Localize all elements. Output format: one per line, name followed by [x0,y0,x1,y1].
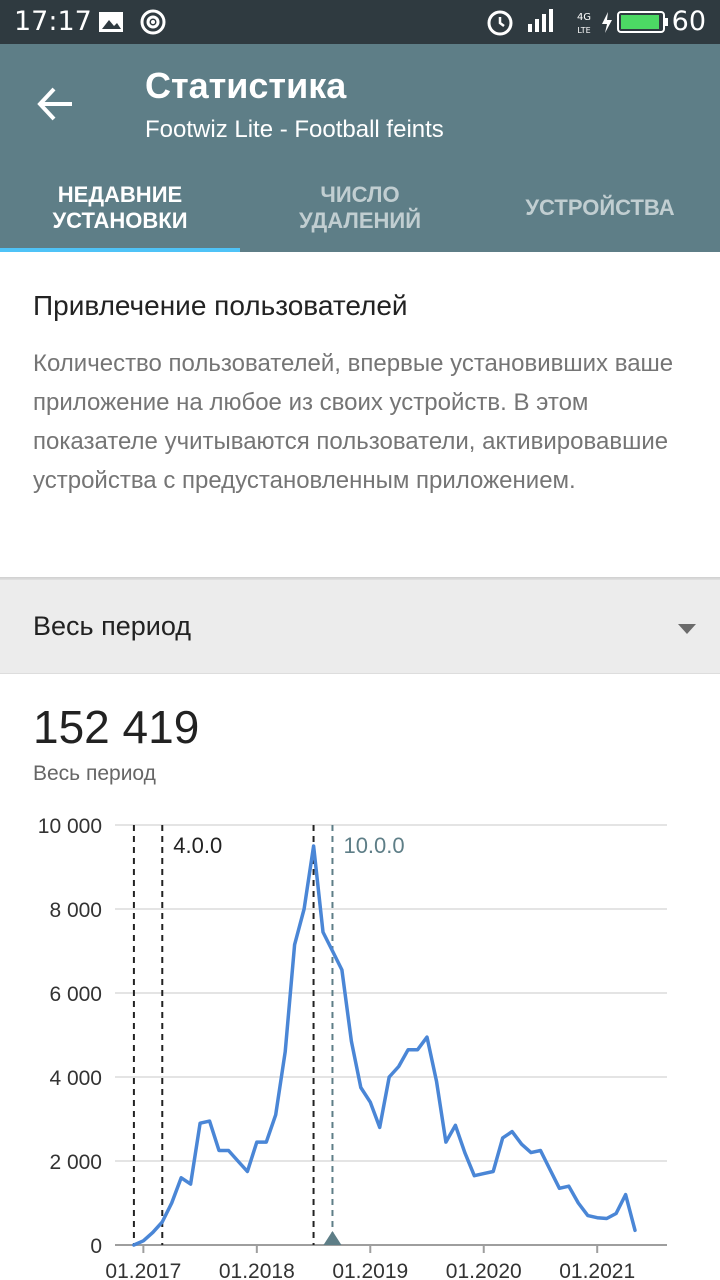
page-title: Статистика [145,65,347,106]
dropdown-arrow-icon [678,624,696,634]
card-description: Количество пользователей, впервые устано… [33,350,674,494]
status-bar: 17:17 4G LTE 60 [0,0,720,44]
version-label: 4.0.0 [173,833,222,858]
battery-icon [602,11,668,33]
tab-label: Устройства [525,195,675,220]
card-title: Привлечение пользователей [33,290,408,321]
y-tick-label: 10 000 [38,815,102,838]
installs-line-chart: 0 2 000 4 000 6 000 8 000 10 000 01.2017 01.201… [38,815,667,1280]
y-tick-label: 8 000 [49,899,102,922]
installs-series-line [132,844,637,1247]
tab-uninstalls[interactable]: Число удалений [240,164,480,252]
tab-devices[interactable]: Устройства [480,164,720,252]
network-4g-icon: 4G LTE [577,12,591,35]
release-marker [323,1231,342,1245]
y-tick-label: 4 000 [49,1067,102,1090]
arrow-left-icon [37,87,72,121]
y-tick-label: 2 000 [49,1151,102,1174]
x-tick-label: 01.2017 [105,1260,181,1280]
tab-label: Недавние установки [52,182,188,233]
x-tick-label: 01.2020 [446,1260,522,1280]
app-name: Footwiz Lite - Football feints [145,116,444,143]
period-selector[interactable]: Весь период [0,580,720,674]
status-time: 17:17 [14,6,92,37]
total-installs-value: 152 419 [33,701,200,753]
tab-label: Число удалений [298,182,422,233]
y-tick-label: 0 [90,1235,102,1258]
x-tick-label: 01.2021 [559,1260,635,1280]
tab-recent-installs[interactable]: Недавние установки [0,164,240,252]
signal-icon [528,9,553,32]
period-label: Весь период [33,611,192,641]
x-tick-label: 01.2018 [219,1260,295,1280]
gallery-icon [99,12,123,32]
back-button[interactable] [24,72,88,136]
battery-percent: 60 [671,6,706,37]
svg-text:LTE: LTE [577,26,590,35]
version-label: 10.0.0 [343,833,404,858]
tab-bar: Недавние установки Число удалений Устрой… [0,164,720,252]
total-caption: Весь период [33,762,156,785]
svg-text:4G: 4G [577,12,591,23]
y-tick-label: 6 000 [49,983,102,1006]
alarm-icon [487,10,513,36]
info-card: Привлечение пользователей Количество пол… [0,252,720,579]
x-tick-label: 01.2019 [332,1260,408,1280]
app-bar: Статистика Footwiz Lite - Football feint… [0,44,720,252]
hotspot-icon [140,9,166,35]
